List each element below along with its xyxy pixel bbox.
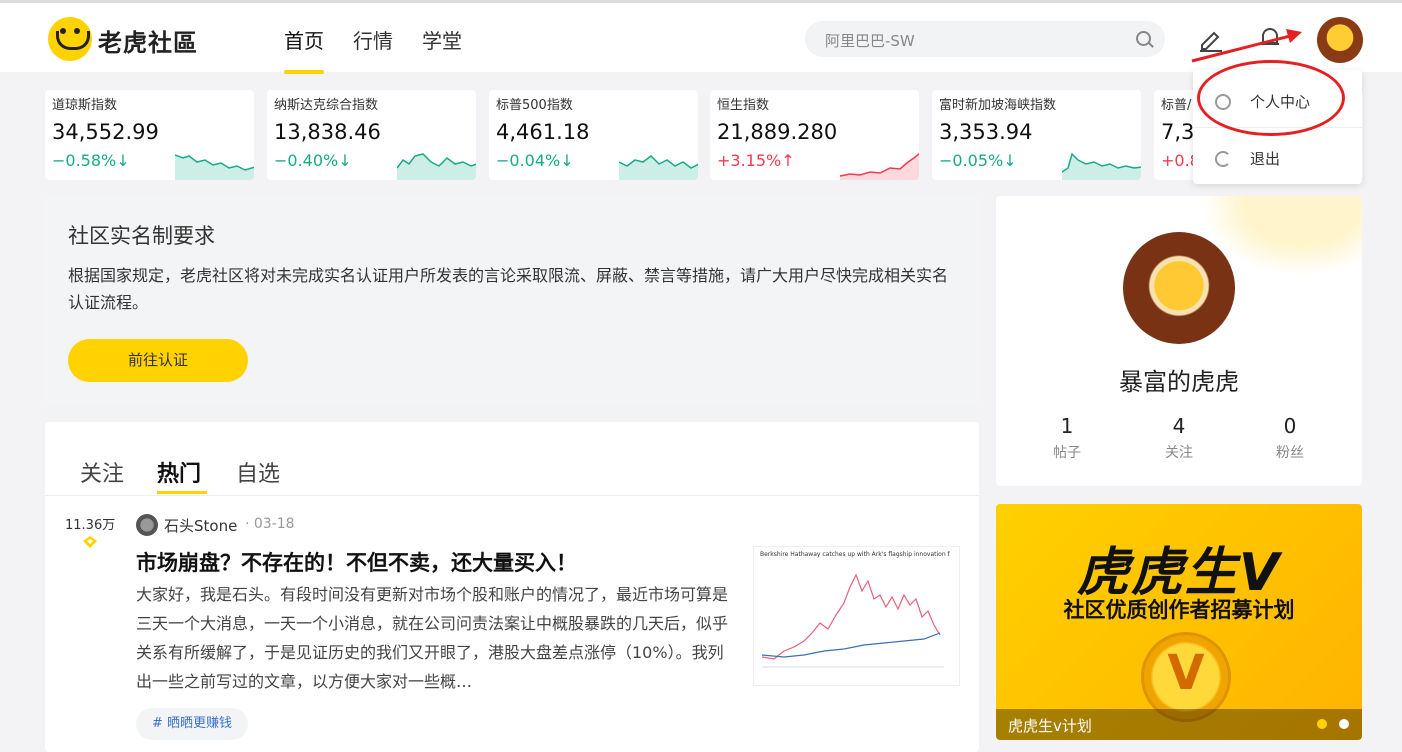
feed-divider — [45, 495, 979, 496]
arrow-down-icon: ↓ — [560, 151, 574, 170]
index-sparkline — [840, 152, 919, 180]
post-excerpt[interactable]: 大家好，我是石头。有段时间没有更新对市场个股和账户的情况了，最近市场可算是三天一… — [136, 580, 736, 696]
arrow-down-icon: ↓ — [1003, 151, 1017, 170]
index-sparkline — [397, 153, 476, 180]
arrow-down-icon: ↓ — [338, 151, 352, 170]
index-name: 恒生指数 — [717, 98, 770, 113]
search-input[interactable]: 阿里巴巴-SW — [805, 21, 1165, 57]
banner-subtitle: 社区优质创作者招募计划 — [1063, 598, 1295, 622]
tab-active-indicator — [157, 491, 207, 494]
index-name: 标普/ — [1161, 98, 1192, 113]
index-price: 21,889.280 — [717, 120, 838, 144]
user-avatar[interactable] — [1317, 17, 1363, 63]
index-card-sp500[interactable]: 标普500指数 4,461.18 −0.04%↓ — [489, 90, 698, 180]
arrow-up-icon: ↑ — [781, 151, 795, 170]
tab-watchlist[interactable]: 自选 — [236, 456, 280, 488]
tiger-logo-icon[interactable] — [48, 17, 92, 61]
index-price: 34,552.99 — [52, 120, 159, 144]
index-name: 纳斯达克综合指数 — [274, 98, 379, 113]
index-sparkline — [1062, 152, 1141, 180]
annotation-arrow — [1191, 29, 1302, 63]
index-sparkline — [175, 154, 254, 180]
index-name: 标普500指数 — [496, 98, 573, 113]
nav-active-indicator — [284, 70, 324, 74]
profile-avatar[interactable] — [1123, 232, 1235, 344]
index-card-sti[interactable]: 富时新加坡海峡指数 3,353.94 −0.05%↓ — [932, 90, 1141, 180]
profile-card: 暴富的虎虎 1 帖子 4 关注 0 粉丝 — [996, 196, 1362, 486]
index-change: −0.40%↓ — [274, 151, 352, 170]
stat-number: 4 — [1172, 414, 1186, 438]
carousel-dot-active[interactable] — [1317, 719, 1327, 729]
verify-button[interactable]: 前往认证 — [68, 339, 248, 382]
index-card-nasdaq[interactable]: 纳斯达克综合指数 13,838.46 −0.40%↓ — [267, 90, 476, 180]
real-name-notice: 社区实名制要求 根据国家规定，老虎社区将对未完成实名认证用户所发表的言论采取限流… — [45, 196, 979, 405]
stat-label: 关注 — [1165, 445, 1193, 461]
index-card-dow[interactable]: 道琼斯指数 34,552.99 −0.58%↓ — [45, 90, 254, 180]
notice-title: 社区实名制要求 — [68, 224, 215, 248]
nav-academy[interactable]: 学堂 — [422, 25, 462, 54]
nav-market[interactable]: 行情 — [353, 25, 393, 54]
index-name: 富时新加坡海峡指数 — [939, 98, 1057, 113]
index-price: 3,353.94 — [939, 120, 1033, 144]
index-name: 道琼斯指数 — [52, 98, 118, 113]
stat-followers[interactable]: 0 粉丝 — [1250, 414, 1330, 462]
arrow-down-icon: ↓ — [116, 151, 130, 170]
thumbnail-caption: Berkshire Hathaway catches up with Ark's… — [760, 551, 950, 558]
diamond-icon — [83, 536, 97, 548]
view-count: 11.36万 — [65, 518, 116, 533]
post-date: · 03-18 — [245, 516, 295, 532]
nav-home[interactable]: 首页 — [284, 25, 324, 54]
banner-caption: 虎虎生v计划 — [1008, 717, 1092, 735]
promo-banner[interactable]: 虎虎生V 社区优质创作者招募计划 V 虎虎生v计划 — [996, 504, 1362, 740]
brand-name[interactable]: 老虎社區 — [98, 23, 198, 58]
search-placeholder: 阿里巴巴-SW — [825, 32, 915, 50]
annotation-circle — [1197, 60, 1345, 136]
stat-number: 0 — [1283, 414, 1297, 438]
stat-label: 粉丝 — [1276, 445, 1304, 461]
index-price: 7,3 — [1161, 120, 1195, 144]
author-avatar[interactable] — [136, 514, 158, 536]
post-tag[interactable]: # 晒晒更赚钱 — [136, 708, 249, 740]
menu-item-label: 退出 — [1250, 150, 1281, 168]
logo-mouth — [56, 31, 90, 50]
carousel-dot[interactable] — [1339, 719, 1349, 729]
stat-following[interactable]: 4 关注 — [1139, 414, 1219, 462]
banner-caption-bar: 虎虎生v计划 — [996, 709, 1362, 740]
profile-name[interactable]: 暴富的虎虎 — [996, 362, 1362, 397]
index-change: −0.58%↓ — [52, 151, 130, 170]
index-price: 4,461.18 — [496, 120, 590, 144]
post-thumbnail[interactable]: Berkshire Hathaway catches up with Ark's… — [753, 546, 960, 686]
notice-description: 根据国家规定，老虎社区将对未完成实名认证用户所发表的言论采取限流、屏蔽、禁言等措… — [68, 266, 949, 312]
menu-item-logout[interactable]: 退出 — [1193, 132, 1362, 182]
index-change: −0.04%↓ — [496, 151, 574, 170]
tab-hot[interactable]: 热门 — [157, 456, 201, 488]
logout-icon — [1215, 151, 1231, 167]
search-icon[interactable] — [1136, 31, 1151, 46]
index-change: −0.05%↓ — [939, 151, 1017, 170]
stat-label: 帖子 — [1053, 445, 1081, 461]
index-sparkline — [619, 155, 698, 180]
author-name[interactable]: 石头Stone — [164, 515, 237, 536]
index-card-hangseng[interactable]: 恒生指数 21,889.280 +3.15%↑ — [710, 90, 919, 180]
stat-posts[interactable]: 1 帖子 — [1027, 414, 1107, 462]
post-feed: 关注 热门 自选 11.36万 石头Stone · 03-18 市场崩盘？不存在… — [45, 422, 979, 752]
stat-number: 1 — [1060, 414, 1074, 438]
index-change: +3.15%↑ — [717, 151, 795, 170]
index-price: 13,838.46 — [274, 120, 381, 144]
tab-following[interactable]: 关注 — [80, 456, 124, 488]
thumbnail-chart — [761, 573, 944, 668]
post-title[interactable]: 市场崩盘？不存在的！不但不卖，还大量买入！ — [136, 547, 577, 577]
